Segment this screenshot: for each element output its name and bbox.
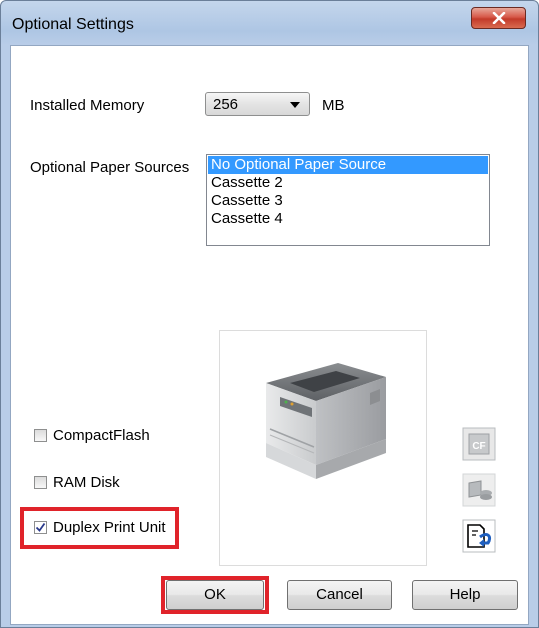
compactflash-icon[interactable]: CF (462, 427, 496, 461)
ram-disk-checkbox[interactable] (34, 476, 47, 489)
ram-disk-option[interactable]: RAM Disk (34, 474, 120, 491)
installed-memory-select[interactable]: 256 (205, 92, 310, 116)
installed-memory-label: Installed Memory (30, 97, 145, 114)
optional-settings-dialog: Optional Settings Installed Memory 256 M… (0, 0, 539, 628)
title-bar[interactable]: Optional Settings (1, 1, 538, 45)
memory-unit-label: MB (322, 97, 345, 114)
chevron-down-icon (290, 102, 300, 108)
paper-sources-list[interactable]: No Optional Paper Source Cassette 2 Cass… (206, 154, 490, 246)
ram-disk-icon[interactable] (462, 473, 496, 507)
duplex-unit-icon[interactable] (462, 519, 496, 553)
list-item[interactable]: Cassette 2 (207, 174, 489, 192)
compactflash-checkbox[interactable] (34, 429, 47, 442)
printer-icon (266, 363, 386, 479)
installed-memory-value: 256 (213, 96, 239, 113)
help-button[interactable]: Help (412, 580, 518, 610)
list-item[interactable]: Cassette 3 (207, 192, 489, 210)
close-button[interactable] (471, 7, 526, 29)
compactflash-label: CompactFlash (53, 427, 150, 444)
close-icon (492, 12, 505, 24)
paper-sources-label: Optional Paper Sources (30, 159, 190, 176)
duplex-highlight (20, 507, 179, 549)
list-item[interactable]: No Optional Paper Source (208, 156, 488, 174)
ok-highlight (161, 576, 269, 614)
ram-disk-label: RAM Disk (53, 474, 120, 491)
dialog-title: Optional Settings (12, 16, 134, 33)
printer-image-panel (219, 330, 427, 566)
compactflash-option[interactable]: CompactFlash (34, 427, 150, 444)
svg-text:CF: CF (472, 441, 485, 452)
cancel-button[interactable]: Cancel (287, 580, 392, 610)
list-item[interactable]: Cassette 4 (207, 210, 489, 228)
dialog-content: Installed Memory 256 MB Optional Paper S… (10, 45, 529, 625)
